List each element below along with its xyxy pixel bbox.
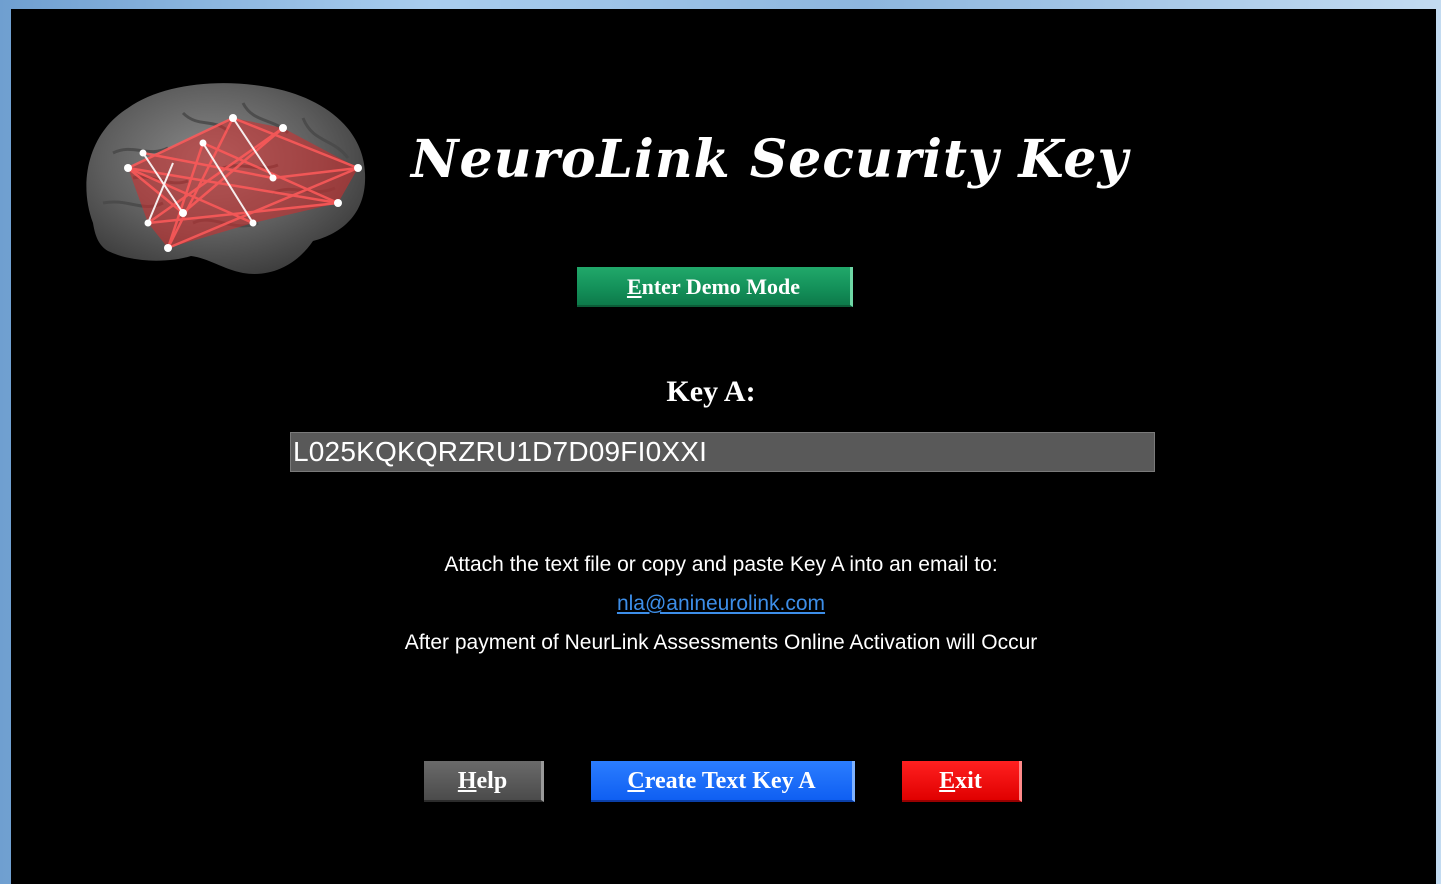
- enter-demo-mode-button[interactable]: Enter Demo Mode: [577, 267, 853, 307]
- exit-mnemonic: E: [939, 768, 956, 794]
- exit-label-rest: xit: [955, 768, 982, 794]
- activation-note: After payment of NeurLink Assessments On…: [404, 631, 1038, 654]
- app-title: NeuroLink Security Key: [411, 129, 1129, 190]
- help-mnemonic: H: [457, 768, 477, 794]
- exit-button[interactable]: Exit: [902, 761, 1022, 802]
- demo-label-rest: nter Demo Mode: [641, 274, 801, 299]
- help-label-rest: elp: [476, 768, 508, 794]
- security-key-window: NeuroLink Security Key Enter Demo Mode K…: [11, 9, 1436, 884]
- key-a-label: Key A:: [666, 375, 756, 408]
- demo-mnemonic: E: [626, 274, 642, 299]
- email-instructions: Attach the text file or copy and paste K…: [444, 553, 998, 576]
- create-mnemonic: C: [627, 768, 645, 794]
- help-button[interactable]: Help: [424, 761, 544, 802]
- key-a-field[interactable]: L025KQKQRZRU1D7D09FI0XXI: [290, 432, 1155, 472]
- create-label-rest: reate Text Key A: [644, 768, 816, 794]
- email-link[interactable]: nla@anineurolink.com: [311, 592, 1131, 616]
- brain-network-logo: [86, 83, 366, 274]
- create-text-key-button[interactable]: Create Text Key A: [591, 761, 855, 802]
